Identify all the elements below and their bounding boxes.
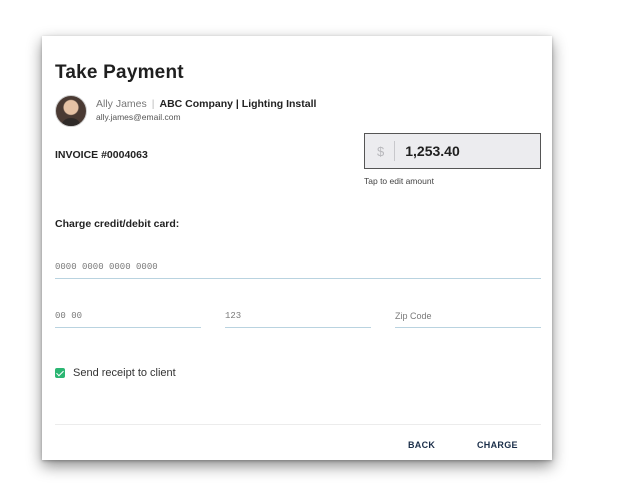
client-info: Ally James | ABC Company | Lighting Instal… [96,98,316,124]
dialog-title: Take Payment [55,62,184,83]
footer-divider [55,424,541,425]
send-receipt-checkbox[interactable] [55,368,65,378]
invoice-number: INVOICE #0004063 [55,149,148,161]
client-email: ally.james@email.com [96,112,181,122]
take-payment-dialog: Take Payment Ally James | ABC Company | Li… [42,36,552,460]
amount-field[interactable]: $ 1,253.40 [364,133,541,169]
charge-button[interactable]: CHARGE [473,438,522,452]
send-receipt-option[interactable]: Send receipt to client [55,367,176,379]
card-section-label: Charge credit/debit card: [55,218,180,230]
amount-value[interactable]: 1,253.40 [405,143,460,159]
client-name: Ally James [96,98,147,110]
cvc-input[interactable] [225,311,371,328]
card-number-input[interactable] [55,262,541,279]
send-receipt-label: Send receipt to client [73,367,176,379]
avatar [55,95,87,127]
amount-hint: Tap to edit amount [364,176,434,186]
amount-divider [394,141,396,161]
separator: | [151,98,155,110]
back-button[interactable]: BACK [404,438,439,452]
currency-symbol: $ [377,143,385,159]
client-company: ABC Company | Lighting Install [159,98,317,110]
expiry-input[interactable] [55,311,201,328]
zip-code-input[interactable] [395,311,541,328]
client-header: Ally James | ABC Company | Lighting Instal… [55,95,316,127]
